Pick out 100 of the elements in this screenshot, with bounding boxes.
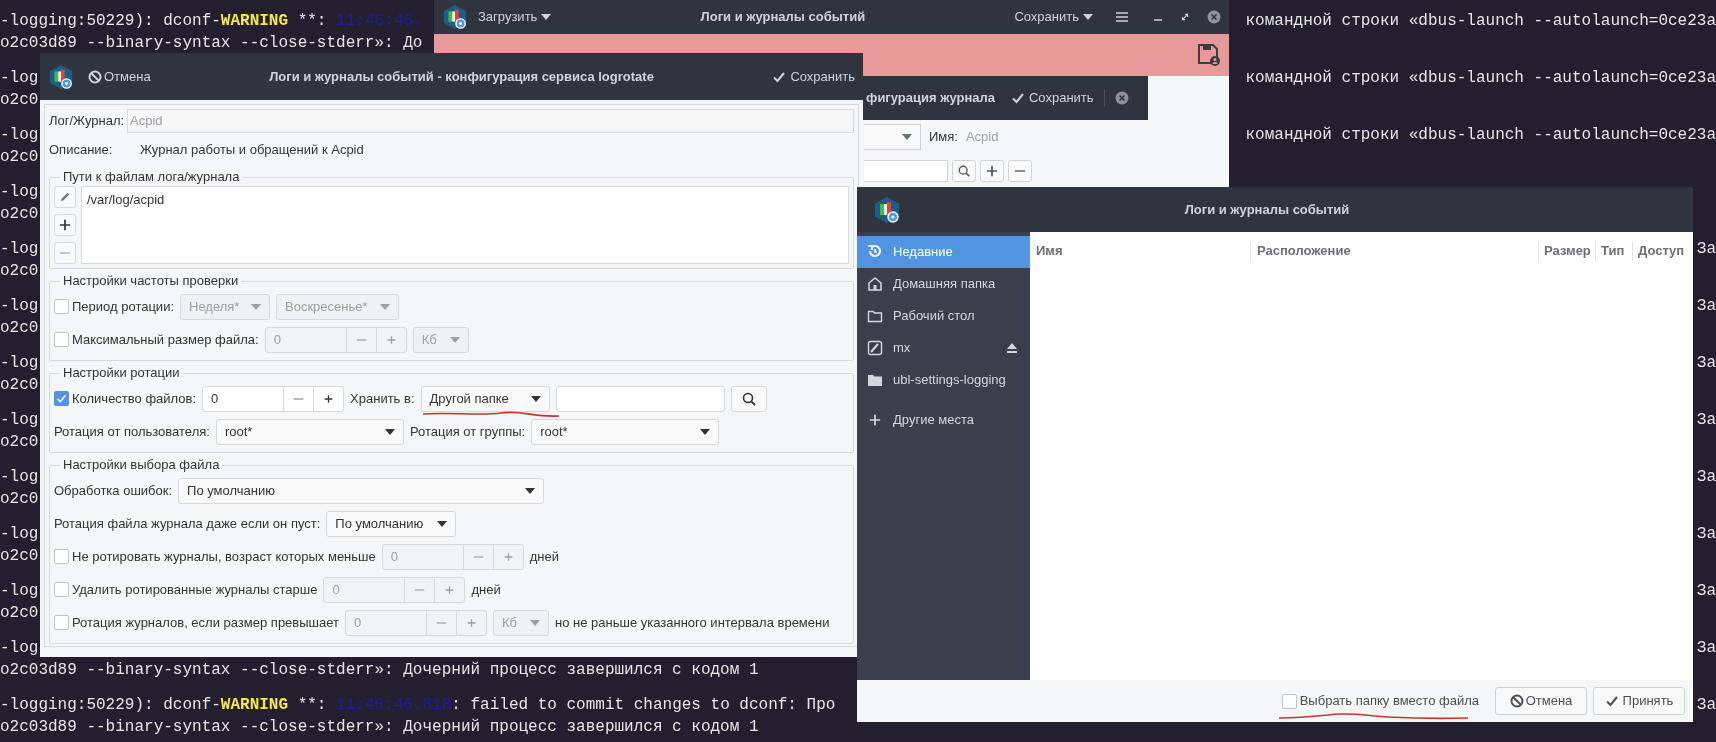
sidebar-item[interactable]: ubl-settings-logging bbox=[857, 364, 1030, 396]
input-field: Acpid bbox=[127, 109, 854, 133]
search-icon bbox=[958, 165, 970, 177]
drive-icon bbox=[867, 340, 883, 356]
caret-icon bbox=[449, 336, 460, 343]
field-label: Обработка ошибок: bbox=[54, 481, 173, 500]
input-field[interactable] bbox=[555, 385, 725, 412]
dropdown[interactable]: Другой папке bbox=[420, 385, 550, 412]
caret-icon bbox=[530, 395, 541, 402]
pencil-icon bbox=[59, 191, 71, 203]
list-item[interactable]: /var/log/acpid bbox=[87, 190, 843, 210]
search-button[interactable] bbox=[730, 385, 767, 412]
eject-icon[interactable] bbox=[1006, 342, 1018, 354]
edit-button[interactable] bbox=[54, 186, 76, 208]
caret-icon bbox=[530, 619, 540, 626]
plus-icon bbox=[986, 165, 998, 177]
checkbox[interactable]: Выбрать папку вместо файла bbox=[1281, 691, 1479, 711]
cancel-button[interactable]: Отмена bbox=[88, 66, 151, 87]
terminal-line: -log bbox=[0, 410, 39, 431]
menu-icon[interactable] bbox=[1115, 10, 1129, 24]
cancel-button[interactable]: Отмена bbox=[1495, 687, 1587, 715]
caret-icon bbox=[541, 14, 552, 20]
checkbox[interactable]: Количество файлов: bbox=[54, 388, 197, 409]
caret-icon bbox=[380, 303, 390, 310]
checkbox[interactable]: Не ротировать журналы, возраст которых меньше bbox=[54, 546, 376, 567]
column-header[interactable]: Доступ bbox=[1632, 241, 1693, 261]
number-spinner[interactable]: 0 bbox=[202, 385, 345, 412]
terminal-line: -logging:50229): dconf-WARNING **: 11:46:46. bbox=[0, 11, 423, 32]
accept-button[interactable]: Принять bbox=[1593, 687, 1685, 715]
dropdown[interactable]: root* bbox=[215, 418, 404, 445]
sidebar-item[interactable]: mx bbox=[857, 332, 1030, 364]
field-label: Ротация файла журнала даже если он пуст: bbox=[54, 514, 321, 533]
window-title: фигурация журнала bbox=[866, 89, 995, 108]
column-header[interactable]: Имя bbox=[1030, 241, 1250, 261]
column-header[interactable]: Расположение bbox=[1250, 241, 1538, 261]
caret-icon bbox=[437, 520, 448, 527]
check-icon bbox=[1604, 694, 1619, 708]
column-header[interactable]: Размер bbox=[1538, 241, 1595, 261]
caret-icon bbox=[1083, 14, 1093, 20]
section-legend: Настройки ротации bbox=[60, 365, 183, 381]
window-title: Логи и журналы событий - конфигурация сервиса logrotate bbox=[268, 67, 655, 86]
dropdown[interactable]: По умолчанию bbox=[326, 510, 457, 537]
window-title: Логи и журналы событий bbox=[1183, 200, 1351, 219]
close-icon[interactable] bbox=[1207, 10, 1221, 24]
caret-icon bbox=[700, 428, 711, 435]
sidebar-item[interactable]: Рабочий стол bbox=[857, 300, 1030, 332]
terminal-line: -log bbox=[0, 68, 39, 89]
checkbox[interactable]: Ротация журналов, если размер превышает bbox=[54, 612, 339, 633]
terminal-line: За bbox=[1696, 638, 1716, 659]
terminal-line: o2c0 bbox=[0, 318, 39, 339]
sidebar-item[interactable]: Другие места bbox=[857, 404, 1030, 436]
terminal-line: За bbox=[1696, 239, 1716, 260]
save-icon[interactable] bbox=[1197, 43, 1221, 67]
search-button[interactable] bbox=[952, 160, 976, 182]
dropdown[interactable] bbox=[864, 124, 921, 150]
terminal-line: командной строки «dbus-launch --autolaunch=0ce23a bbox=[1245, 68, 1716, 89]
terminal-line: -log bbox=[0, 182, 39, 203]
load-menu[interactable]: Загрузить bbox=[478, 7, 552, 27]
sidebar-item[interactable]: Домашняя папка bbox=[857, 268, 1030, 300]
checkbox[interactable]: Удалить ротированные журналы старше bbox=[54, 579, 318, 600]
plus-icon bbox=[869, 414, 881, 426]
terminal-line: o2c03d89 --binary-syntax --close-stderr»: Дочерний процесс завершился с кодом 1 bbox=[0, 717, 759, 738]
field-label: Описание: bbox=[49, 141, 114, 160]
check-icon bbox=[1011, 91, 1025, 105]
terminal-line: За bbox=[1696, 410, 1716, 431]
plus-icon bbox=[59, 219, 71, 231]
column-header[interactable]: Тип bbox=[1595, 241, 1632, 261]
dropdown[interactable]: По умолчанию bbox=[178, 477, 545, 504]
app-logo-icon bbox=[442, 4, 468, 30]
caret-icon bbox=[525, 487, 536, 494]
caret-icon bbox=[251, 303, 261, 310]
terminal-line: За bbox=[1696, 296, 1716, 317]
section-legend: Пути к файлам лога/журнала bbox=[60, 169, 243, 185]
terminal-line: -log bbox=[0, 581, 39, 602]
section-legend: Настройки выбора файла bbox=[60, 457, 223, 473]
terminal-line: -log bbox=[0, 239, 39, 260]
close-icon[interactable] bbox=[1114, 91, 1129, 105]
remove-button[interactable] bbox=[54, 242, 76, 264]
search-icon bbox=[741, 391, 756, 406]
maximize-icon[interactable] bbox=[1179, 11, 1191, 23]
terminal-line: o2c03d89 --binary-syntax --close-stderr»: До bbox=[0, 33, 423, 54]
minus-button[interactable] bbox=[1008, 160, 1032, 182]
description-text: Журнал работы и обращений к Acpid bbox=[140, 141, 364, 160]
terminal-line: o2c0 bbox=[0, 603, 39, 624]
save-button[interactable]: Сохранить bbox=[1011, 88, 1094, 108]
field-label: дней bbox=[529, 547, 559, 566]
add-button[interactable] bbox=[54, 214, 76, 236]
save-menu[interactable]: Сохранить bbox=[1014, 7, 1093, 27]
terminal-line: o2c0 bbox=[0, 261, 39, 282]
save-button[interactable]: Сохранить bbox=[772, 66, 855, 87]
dropdown[interactable]: root* bbox=[531, 418, 720, 445]
cancel-icon bbox=[1509, 694, 1524, 708]
plus-button[interactable] bbox=[980, 160, 1004, 182]
field-label: Лог/Журнал: bbox=[49, 112, 126, 131]
checkbox[interactable]: Период ротации: bbox=[54, 296, 174, 317]
checkbox[interactable]: Максимальный размер файла: bbox=[54, 329, 259, 350]
input-field[interactable] bbox=[864, 160, 948, 182]
home-icon bbox=[867, 276, 883, 292]
folder-icon bbox=[867, 372, 883, 388]
terminal-line: o2c0 bbox=[0, 432, 39, 453]
